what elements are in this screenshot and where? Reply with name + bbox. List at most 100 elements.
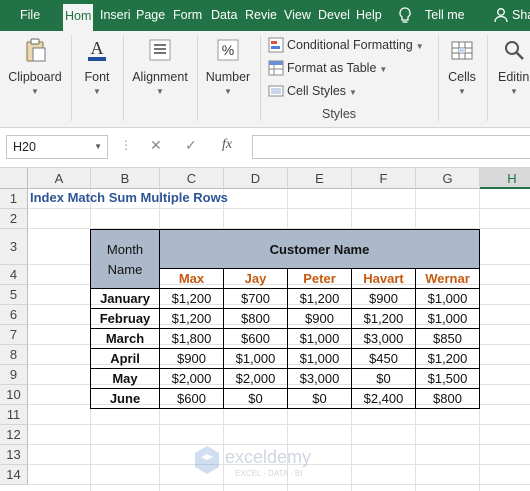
name-box[interactable]: H20 ▼ [6, 135, 108, 159]
row-header-14[interactable]: 14 [0, 465, 28, 485]
drag-handle-icon[interactable]: ⋮ [120, 138, 132, 152]
tab-home[interactable]: Hom [63, 4, 94, 31]
row-header-12[interactable]: 12 [0, 425, 28, 445]
customer-name-cell[interactable]: Max [160, 269, 224, 289]
cells-group[interactable]: Cells ▼ [440, 31, 484, 128]
column-header-a[interactable]: A [28, 168, 91, 189]
conditional-formatting-button[interactable]: Conditional Formatting ▼ [268, 35, 424, 55]
enter-check-icon[interactable]: ✓ [185, 137, 197, 154]
customer-name-cell[interactable]: Jay [224, 269, 288, 289]
formula-bar: H20 ▼ ⋮ ✕ ✓ fx [0, 128, 530, 168]
tab-insert[interactable]: Inseri [100, 0, 131, 31]
row-header-9[interactable]: 9 [0, 365, 28, 385]
month-cell[interactable]: March [91, 329, 160, 349]
column-header-f[interactable]: F [352, 168, 416, 189]
month-cell[interactable]: January [91, 289, 160, 309]
row-header-6[interactable]: 6 [0, 305, 28, 325]
editing-label: Editin [498, 70, 530, 84]
row-header-10[interactable]: 10 [0, 385, 28, 405]
tab-page-layout[interactable]: Page [136, 0, 165, 31]
value-cell[interactable]: $850 [416, 329, 480, 349]
month-cell[interactable]: June [91, 389, 160, 409]
value-cell[interactable]: $800 [416, 389, 480, 409]
customer-name-header[interactable]: Customer Name [160, 230, 480, 269]
column-header-g[interactable]: G [416, 168, 480, 189]
row-header-13[interactable]: 13 [0, 445, 28, 465]
editing-group[interactable]: Editin ▼ [490, 31, 530, 128]
value-cell[interactable]: $1,000 [288, 349, 352, 369]
month-cell[interactable]: May [91, 369, 160, 389]
value-cell[interactable]: $900 [288, 309, 352, 329]
value-cell[interactable]: $1,800 [160, 329, 224, 349]
cell-styles-button[interactable]: Cell Styles ▼ [268, 81, 357, 101]
chevron-down-icon: ▼ [415, 42, 424, 51]
number-group[interactable]: % Number ▼ [198, 31, 258, 128]
value-cell[interactable]: $1,000 [288, 329, 352, 349]
row-header-3[interactable]: 3 [0, 229, 28, 265]
row-header-11[interactable]: 11 [0, 405, 28, 425]
value-cell[interactable]: $1,200 [416, 349, 480, 369]
value-cell[interactable]: $2,000 [160, 369, 224, 389]
tab-formulas[interactable]: Form [173, 0, 202, 31]
format-as-table-button[interactable]: Format as Table ▼ [268, 58, 387, 78]
value-cell[interactable]: $3,000 [352, 329, 416, 349]
value-cell[interactable]: $0 [288, 389, 352, 409]
customer-name-cell[interactable]: Peter [288, 269, 352, 289]
value-cell[interactable]: $2,000 [224, 369, 288, 389]
row-header-2[interactable]: 2 [0, 209, 28, 229]
value-cell[interactable]: $1,000 [224, 349, 288, 369]
value-cell[interactable]: $600 [224, 329, 288, 349]
formula-input[interactable] [252, 135, 530, 159]
tab-file[interactable]: File [20, 0, 40, 31]
value-cell[interactable]: $0 [224, 389, 288, 409]
value-cell[interactable]: $1,200 [288, 289, 352, 309]
value-cell[interactable]: $3,000 [288, 369, 352, 389]
value-cell[interactable]: $450 [352, 349, 416, 369]
value-cell[interactable]: $1,500 [416, 369, 480, 389]
customer-name-cell[interactable]: Wernar [416, 269, 480, 289]
value-cell[interactable]: $800 [224, 309, 288, 329]
month-name-header[interactable]: Month Name [91, 230, 160, 289]
tab-data[interactable]: Data [211, 0, 237, 31]
value-cell[interactable]: $900 [160, 349, 224, 369]
alignment-group[interactable]: Alignment ▼ [124, 31, 196, 128]
tab-view[interactable]: View [284, 0, 311, 31]
tab-help[interactable]: Help [356, 0, 382, 31]
clipboard-group[interactable]: Clipboard ▼ [0, 31, 70, 128]
column-header-b[interactable]: B [91, 168, 160, 189]
chevron-down-icon: ▼ [510, 87, 518, 96]
styles-group-label: Styles [322, 107, 357, 121]
select-all-corner[interactable] [0, 168, 28, 189]
row-header-7[interactable]: 7 [0, 325, 28, 345]
customer-name-cell[interactable]: Havart [352, 269, 416, 289]
value-cell[interactable]: $2,400 [352, 389, 416, 409]
value-cell[interactable]: $600 [160, 389, 224, 409]
value-cell[interactable]: $1,000 [416, 309, 480, 329]
share-button[interactable]: Sha [512, 0, 530, 31]
value-cell[interactable]: $1,000 [416, 289, 480, 309]
value-cell[interactable]: $700 [224, 289, 288, 309]
month-cell[interactable]: Februay [91, 309, 160, 329]
tell-me-search[interactable]: Tell me [425, 0, 465, 31]
column-header-h[interactable]: H [480, 168, 530, 189]
month-cell[interactable]: April [91, 349, 160, 369]
column-header-e[interactable]: E [288, 168, 352, 189]
value-cell[interactable]: $1,200 [160, 289, 224, 309]
row-header-8[interactable]: 8 [0, 345, 28, 365]
tab-developer[interactable]: Devel [318, 0, 350, 31]
value-cell[interactable]: $1,200 [352, 309, 416, 329]
value-cell[interactable]: $0 [352, 369, 416, 389]
row-header-4[interactable]: 4 [0, 265, 28, 285]
value-cell[interactable]: $900 [352, 289, 416, 309]
chevron-down-icon[interactable]: ▼ [94, 142, 102, 151]
insert-function-icon[interactable]: fx [222, 137, 232, 153]
sheet-title[interactable]: Index Match Sum Multiple Rows [30, 190, 228, 205]
value-cell[interactable]: $1,200 [160, 309, 224, 329]
row-header-1[interactable]: 1 [0, 189, 28, 209]
column-header-d[interactable]: D [224, 168, 288, 189]
font-group[interactable]: A Font ▼ [72, 31, 122, 128]
tab-review[interactable]: Revie [245, 0, 277, 31]
cancel-icon[interactable]: ✕ [150, 137, 162, 154]
column-header-c[interactable]: C [160, 168, 224, 189]
row-header-5[interactable]: 5 [0, 285, 28, 305]
